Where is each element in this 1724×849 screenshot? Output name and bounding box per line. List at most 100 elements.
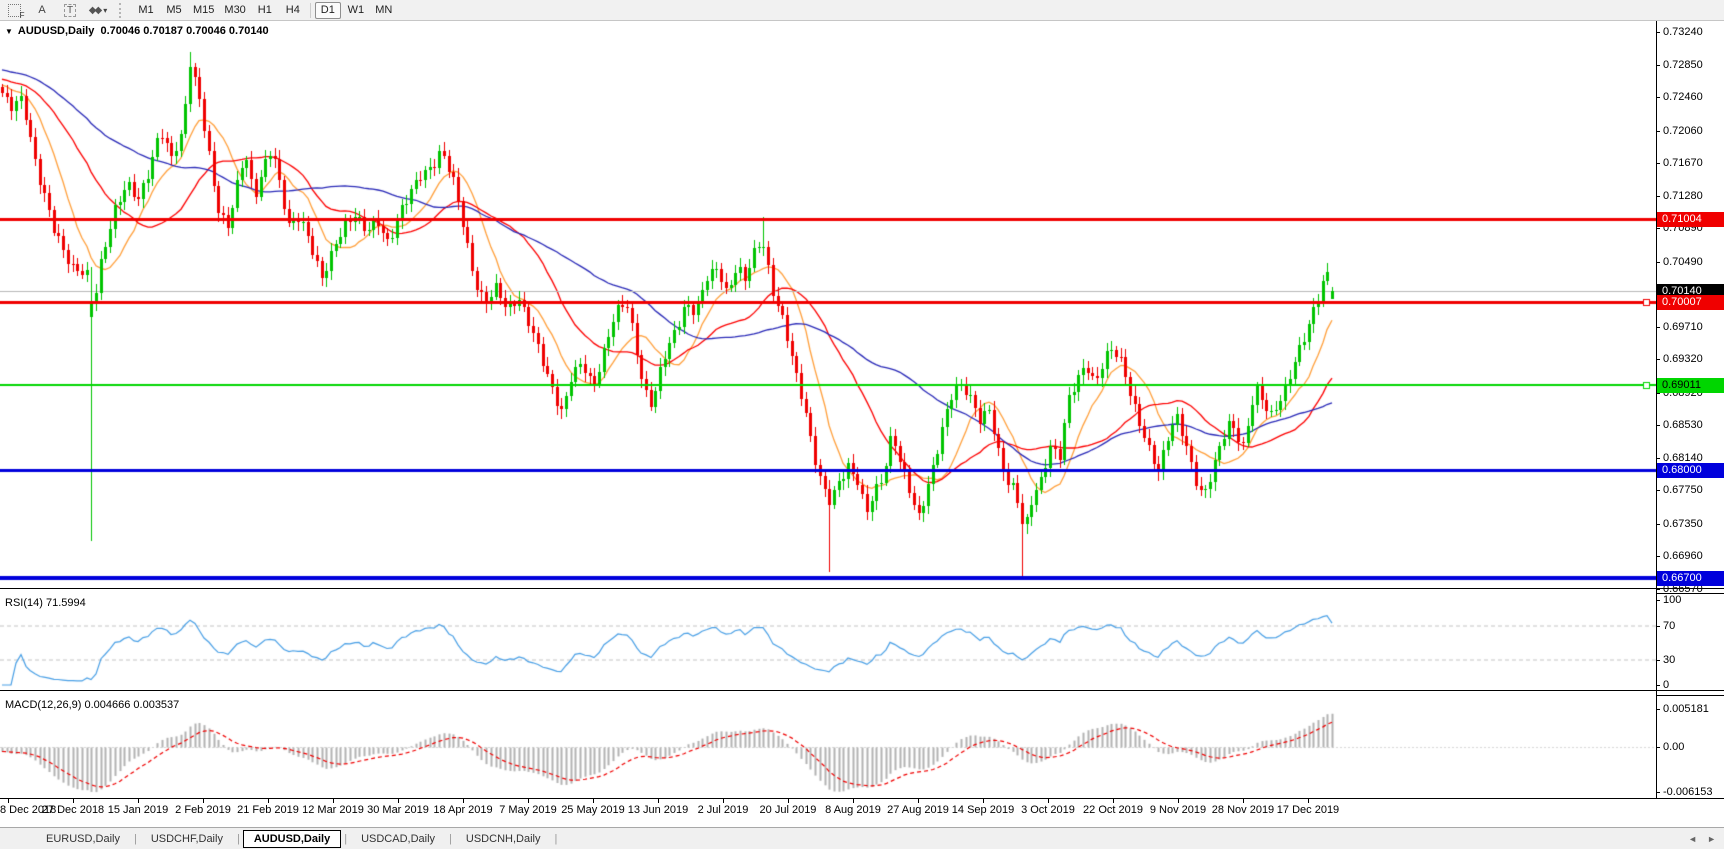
shapes-glyph: ◆◆ [89,5,100,16]
price-axis-tick [1656,458,1660,459]
date-axis-label: 17 Dec 2019 [1276,804,1340,816]
rsi-scale-tick [1656,600,1660,601]
chart-tab-audusd[interactable]: AUDUSD,Daily [243,830,341,848]
chart-window: ▼ AUDUSD,Daily 0.70046 0.70187 0.70046 0.… [0,21,1724,827]
rsi-canvas[interactable] [0,592,1656,690]
date-axis-label: 3 Oct 2019 [1016,804,1080,816]
price-badge: 0.68000 [1657,463,1724,478]
text-tool-glyph: T [64,4,76,17]
main-chart-canvas[interactable] [0,21,1656,588]
rsi-scale-label: 30 [1663,654,1675,667]
price-axis-tick [1656,196,1660,197]
mt4-window: F A T ◆◆ ▾ M1M5M15M30H1H4 D1W1MN ▼ AUDUSD,… [0,0,1724,849]
date-axis-label: 15 Jan 2019 [106,804,170,816]
timeframe-button-m5[interactable]: M5 [161,2,187,19]
timeframe-button-mn[interactable]: MN [371,2,397,19]
date-axis-tick [8,799,9,803]
timeframe-button-h4[interactable]: H4 [280,2,306,19]
toolbar-divider [310,3,311,18]
tabs-scroll-left-icon[interactable]: ◄ [1688,834,1697,844]
date-axis-label: 7 May 2019 [496,804,560,816]
date-axis-label: 22 Oct 2019 [1081,804,1145,816]
price-axis-tick [1656,228,1660,229]
rsi-scale-tick [1656,660,1660,661]
date-axis-label: 20 Jul 2019 [756,804,820,816]
toolbar-grip[interactable] [119,3,125,18]
text-label-icon[interactable]: A [29,2,55,19]
date-axis-tick [723,799,724,803]
date-axis-tick [1048,799,1049,803]
date-axis-tick [333,799,334,803]
macd-scale-label: 0.005181 [1663,703,1709,716]
price-badge: 0.71004 [1657,212,1724,227]
price-axis-tick [1656,32,1660,33]
rsi-scale-label: 100 [1663,594,1681,607]
macd-bottom-border [0,798,1724,799]
timeframe-button-h1[interactable]: H1 [252,2,278,19]
chart-tab-usdchf[interactable]: USDCHF,Daily [140,830,234,848]
date-axis-label: 27 Aug 2019 [886,804,950,816]
tab-separator: | [134,833,137,845]
timeframe-button-m1[interactable]: M1 [133,2,159,19]
date-axis-tick [203,799,204,803]
date-axis-tick [1308,799,1309,803]
timeframe-button-w1[interactable]: W1 [343,2,369,19]
price-axis-tick [1656,262,1660,263]
chart-title: ▼ AUDUSD,Daily 0.70046 0.70187 0.70046 0.… [5,25,273,37]
chevron-down-icon: ▾ [103,6,107,15]
date-axis-label: 8 Aug 2019 [821,804,885,816]
date-axis-label: 30 Mar 2019 [366,804,430,816]
price-badge: 0.69011 [1657,378,1724,393]
date-axis-label: 21 Feb 2019 [236,804,300,816]
tab-separator: | [449,833,452,845]
timeframe-button-d1[interactable]: D1 [315,2,341,19]
chart-tab-eurusd[interactable]: EURUSD,Daily [35,830,131,848]
date-axis-label: 28 Nov 2019 [1211,804,1275,816]
date-axis-label: 14 Sep 2019 [951,804,1015,816]
date-axis-label: 2 Feb 2019 [171,804,235,816]
price-axis-tick [1656,556,1660,557]
chart-ohlc-values: 0.70046 0.70187 0.70046 0.70140 [100,25,268,37]
chart-tab-bar: EURUSD,Daily|USDCHF,Daily|AUDUSD,Daily|U… [0,827,1724,849]
chart-tab-usdcnh[interactable]: USDCNH,Daily [455,830,552,848]
price-axis-tick [1656,490,1660,491]
price-axis-label: 0.72850 [1663,59,1703,72]
tabs-scroll-right-icon[interactable]: ► [1707,834,1716,844]
timeframe-button-m15[interactable]: M15 [189,2,218,19]
text-tool-icon[interactable]: T [57,2,83,19]
macd-canvas[interactable] [0,694,1656,798]
price-axis-label: 0.71280 [1663,190,1703,203]
date-axis-label: 27 Dec 2018 [41,804,105,816]
timeframe-button-m30[interactable]: M30 [220,2,249,19]
rsi-scale-label: 0 [1663,679,1669,692]
shapes-icon[interactable]: ◆◆ ▾ [85,2,111,19]
chart-tab-usdcad[interactable]: USDCAD,Daily [350,830,446,848]
macd-scale-tick [1656,709,1660,710]
date-axis-tick [1243,799,1244,803]
date-axis-tick [463,799,464,803]
date-axis-label: 9 Nov 2019 [1146,804,1210,816]
date-axis-tick [853,799,854,803]
macd-scale-label: 0.00 [1663,741,1684,754]
price-axis-label: 0.72060 [1663,125,1703,138]
price-axis-label: 0.67750 [1663,484,1703,497]
fibonacci-icon[interactable]: F [1,2,27,19]
price-axis-tick [1656,359,1660,360]
macd-scale-label: -0.006153 [1663,786,1713,799]
tab-separator: | [237,833,240,845]
date-axis-tick [268,799,269,803]
date-axis-tick [528,799,529,803]
date-axis-tick [983,799,984,803]
chart-symbol: AUDUSD,Daily [18,25,94,37]
macd-label: MACD(12,26,9) 0.004666 0.003537 [5,699,179,711]
timeframe-button-group: M1M5M15M30H1H4 D1W1MN [132,2,398,19]
date-axis-label: 2 Jul 2019 [691,804,755,816]
date-axis-tick [73,799,74,803]
date-axis-tick [918,799,919,803]
chart-dropdown-icon[interactable]: ▼ [5,27,13,36]
date-axis-label: 25 May 2019 [561,804,625,816]
date-axis-tick [398,799,399,803]
tab-scroll-controls: ◄ ► [1688,834,1716,844]
price-axis-tick [1656,163,1660,164]
price-axis-label: 0.67350 [1663,518,1703,531]
